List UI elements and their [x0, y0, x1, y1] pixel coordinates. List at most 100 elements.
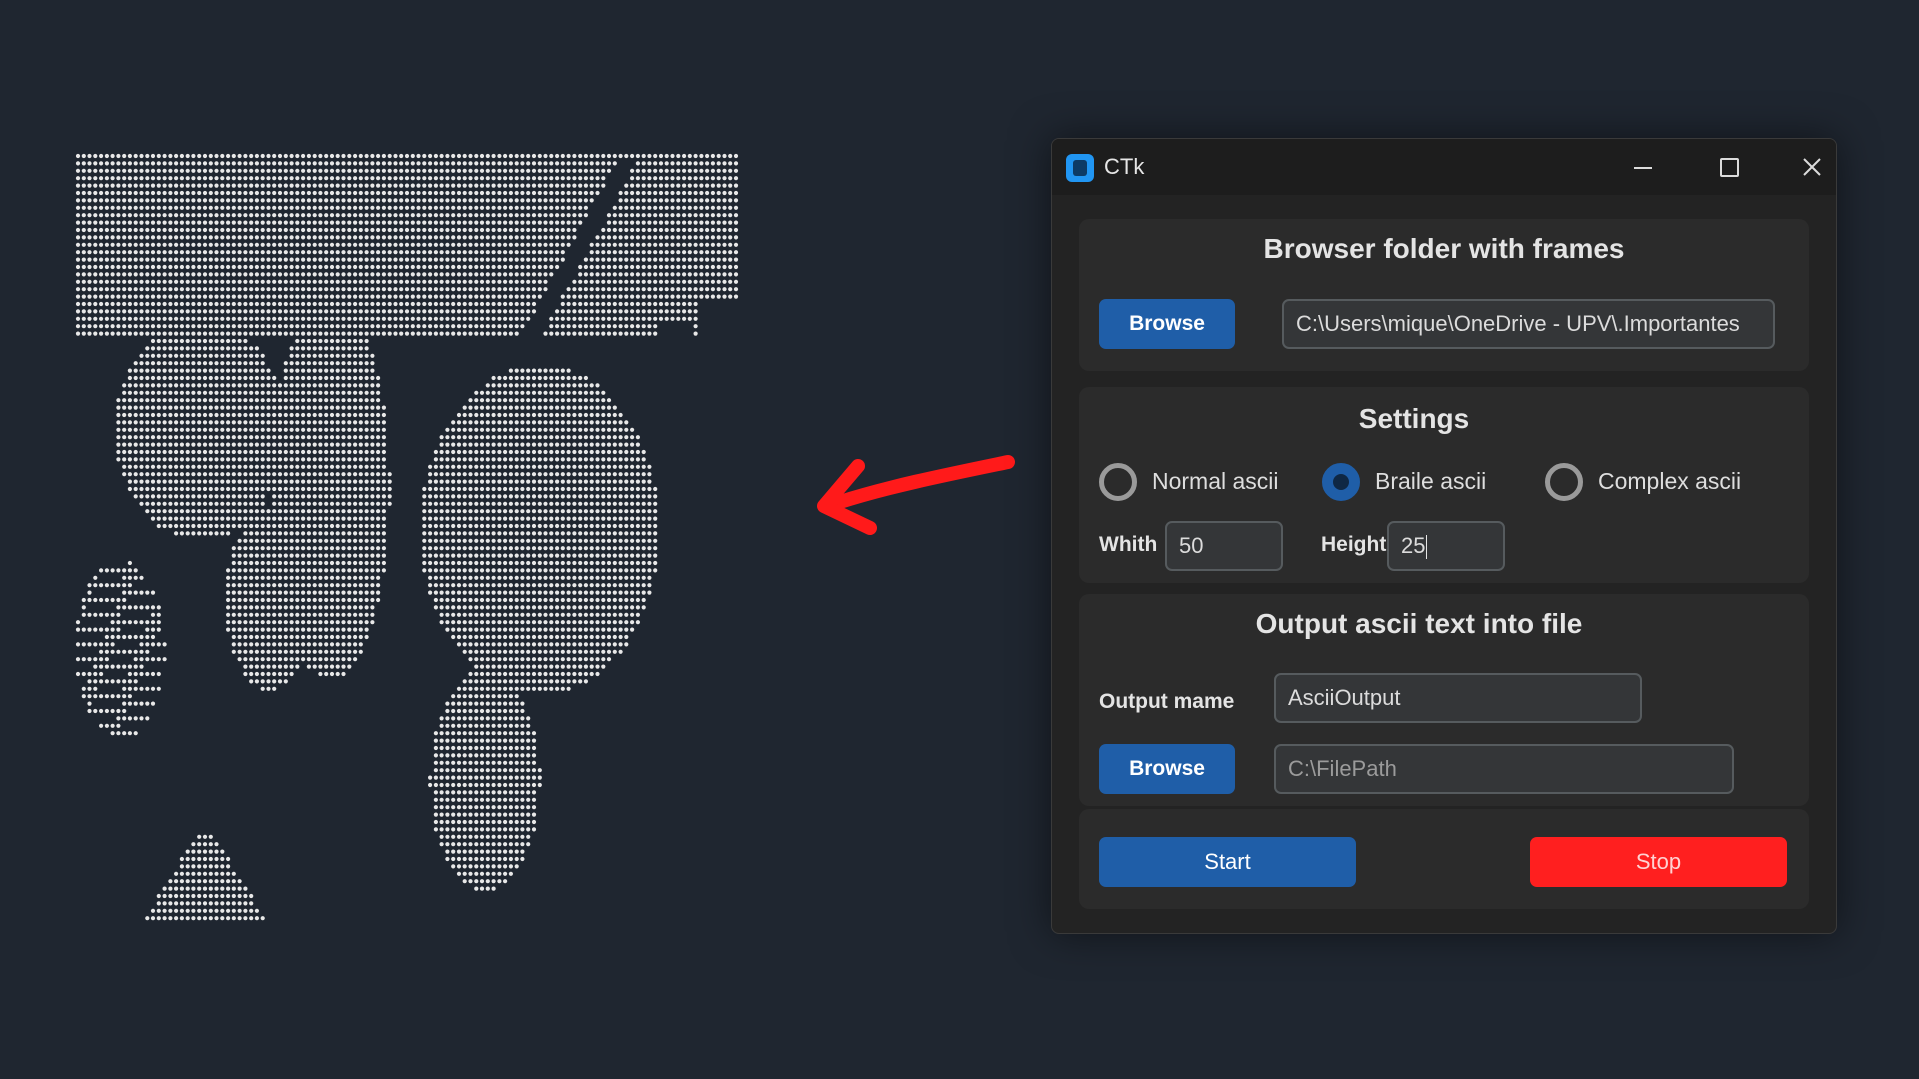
braille-dot: [456, 324, 462, 329]
braille-dot: [335, 279, 340, 284]
braille-dot: [583, 405, 589, 410]
braille-dot: [376, 516, 381, 521]
braille-dot: [312, 205, 317, 210]
braille-dot: [145, 235, 150, 240]
braille-dot: [318, 235, 323, 240]
braille-dot: [283, 161, 288, 166]
braille-dot: [353, 405, 358, 410]
braille-dot: [531, 435, 537, 440]
braille-dot: [670, 205, 675, 210]
braille-dot: [664, 287, 669, 292]
braille-dot: [462, 553, 467, 558]
braille-dot: [139, 279, 144, 284]
braille-dot: [676, 205, 681, 210]
braille-dot: [353, 568, 358, 573]
braille-dot: [682, 301, 687, 307]
braille-dot: [306, 383, 311, 388]
braille-dot: [497, 501, 502, 506]
braille-dot: [81, 331, 86, 336]
braille-dot: [347, 398, 352, 403]
braille-dot: [624, 442, 629, 447]
braille-dot: [439, 287, 444, 292]
braille-dot: [474, 509, 479, 514]
braille-dot: [122, 264, 127, 270]
braille-dot: [231, 324, 236, 329]
braille-dot: [549, 324, 554, 329]
braille-dot: [387, 294, 392, 299]
braille-dot: [428, 472, 433, 477]
braille-dot: [370, 368, 375, 373]
braille-dot: [601, 324, 606, 329]
braille-dot: [133, 279, 138, 284]
braille-dot: [358, 368, 363, 373]
braille-dot: [306, 227, 311, 233]
braille-dot: [295, 560, 300, 566]
braille-dot: [479, 331, 485, 336]
braille-dot: [202, 153, 208, 159]
braille-dot: [630, 279, 635, 284]
braille-dot: [127, 412, 132, 418]
braille-dot: [416, 205, 421, 210]
braille-dot: [601, 294, 606, 299]
braille-dot: [226, 509, 231, 514]
braille-dot: [301, 457, 306, 462]
braille-dot: [491, 264, 496, 270]
braille-dot: [578, 279, 583, 284]
braille-dot: [347, 331, 352, 336]
braille-dot: [733, 287, 739, 292]
braille-dot: [462, 523, 467, 529]
braille-dot: [589, 390, 594, 395]
braille-dot: [249, 153, 254, 159]
braille-dot: [145, 183, 150, 188]
braille-dot: [479, 176, 485, 181]
braille-dot: [266, 250, 271, 255]
braille-dot: [376, 457, 381, 462]
braille-dot: [249, 368, 254, 373]
braille-dot: [156, 457, 161, 462]
braille-dot: [399, 301, 404, 307]
braille-dot: [572, 279, 577, 284]
braille-dot: [399, 190, 404, 196]
braille-dot: [416, 257, 421, 262]
braille-dot: [208, 464, 213, 469]
braille-dot: [226, 368, 231, 373]
braille-dot: [560, 309, 565, 314]
braille-dot: [733, 205, 739, 210]
braille-dot: [658, 287, 664, 292]
braille-dot: [104, 264, 109, 270]
braille-dot: [387, 279, 392, 284]
braille-dot: [312, 405, 317, 410]
braille-dot: [289, 553, 294, 558]
braille-dot: [693, 250, 698, 255]
braille-dot: [410, 250, 415, 255]
braille-dot: [641, 516, 646, 521]
braille-dot: [226, 324, 231, 329]
braille-dot: [312, 449, 317, 455]
braille-dot: [353, 472, 358, 477]
braille-dot: [260, 568, 265, 573]
braille-dot: [283, 213, 288, 218]
braille-dot: [381, 568, 386, 573]
braille-dot: [653, 168, 658, 173]
braille-dot: [560, 398, 565, 403]
braille-dot: [220, 442, 225, 447]
braille-dot: [289, 375, 294, 381]
braille-dot: [387, 227, 392, 233]
braille-dot: [624, 220, 629, 225]
braille-dot: [243, 294, 248, 299]
braille-dot: [468, 220, 473, 225]
braille-dot: [329, 161, 335, 166]
braille-dot: [439, 568, 444, 573]
braille-dot: [641, 264, 646, 270]
braille-dot: [624, 427, 629, 432]
braille-dot: [693, 309, 698, 314]
braille-dot: [404, 257, 410, 262]
braille-dot: [116, 153, 121, 159]
braille-dot: [589, 516, 594, 521]
braille-dot: [283, 560, 288, 566]
braille-dot: [156, 464, 161, 469]
braille-dot: [243, 494, 248, 499]
braille-dot: [474, 242, 479, 247]
braille-dot: [191, 501, 196, 506]
braille-dot: [318, 190, 323, 196]
